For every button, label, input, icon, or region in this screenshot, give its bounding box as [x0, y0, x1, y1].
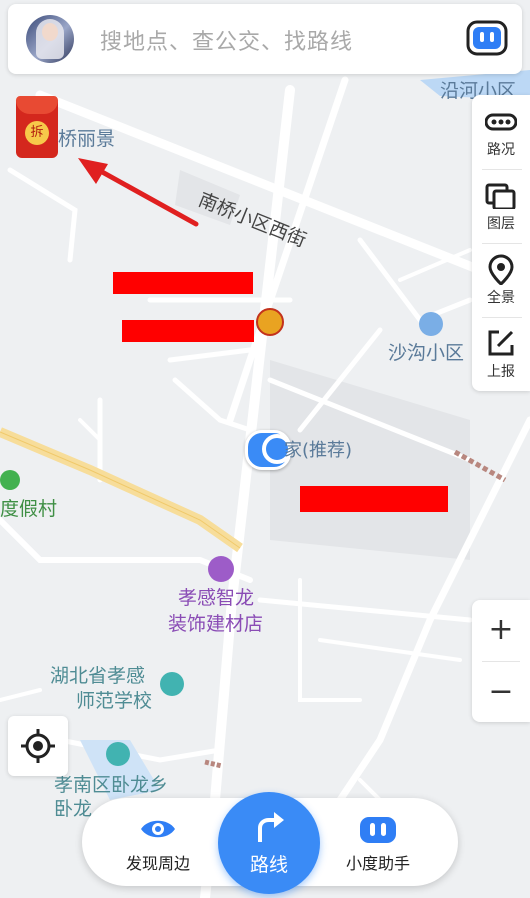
route-arrow-icon [258, 812, 284, 842]
layers-icon [485, 183, 516, 209]
red-envelope-char: 拆 [25, 121, 49, 145]
traffic-label: 路况 [487, 142, 515, 158]
map-label-school-1: 湖北省孝感 [50, 665, 146, 687]
police-poi-icon[interactable] [256, 308, 284, 336]
discover-label: 发现周边 [125, 854, 190, 873]
community-poi-icon[interactable] [419, 312, 443, 336]
panorama-button[interactable]: 全景 [472, 243, 530, 317]
map-label-wolong-2: 卧龙 [54, 798, 93, 820]
report-button[interactable]: 上报 [472, 317, 530, 391]
user-avatar[interactable] [26, 15, 74, 63]
zoom-out-button[interactable]: − [472, 662, 530, 722]
redaction-block [122, 320, 254, 342]
map-tools-panel: 路况 图层 全景 上报 [472, 95, 530, 391]
report-label: 上报 [487, 364, 515, 380]
traffic-button[interactable]: 路况 [472, 95, 530, 169]
map-label-qiaolijing: 桥丽景 [58, 128, 116, 150]
traffic-icon [485, 113, 517, 131]
zoom-in-button[interactable]: + [472, 600, 530, 660]
map-label-school-2: 师范学校 [76, 690, 153, 712]
search-bar[interactable]: 搜地点、查公交、找路线 [8, 4, 522, 74]
crosshair-icon [21, 729, 55, 763]
map-label-dujia: 度假村 [0, 498, 58, 520]
assistant-label: 小度助手 [345, 854, 410, 873]
panorama-label: 全景 [487, 290, 515, 306]
shop-poi-icon[interactable] [208, 556, 234, 582]
layers-button[interactable]: 图层 [472, 169, 530, 243]
eye-icon [141, 820, 175, 838]
school-poi-icon[interactable] [160, 672, 184, 696]
route-button[interactable]: 路线 [218, 792, 320, 894]
map-label-zhilong-1: 孝感智龙 [178, 587, 255, 609]
route-label: 路线 [249, 854, 288, 876]
search-input[interactable]: 搜地点、查公交、找路线 [100, 24, 353, 56]
discover-nearby-button[interactable]: 发现周边 [98, 812, 218, 874]
assistant-icon [360, 817, 396, 843]
map-label-wolong-1: 孝南区卧龙乡 [54, 774, 169, 796]
assistant-robot-icon[interactable] [466, 20, 508, 56]
report-icon [488, 330, 514, 356]
redaction-block [113, 272, 253, 294]
red-envelope-icon[interactable]: 拆 [14, 96, 60, 158]
panorama-icon [488, 254, 514, 285]
map-label-home: 家(推荐) [284, 440, 353, 461]
zoom-control: + − [472, 600, 530, 722]
redaction-block [300, 486, 448, 512]
resort-poi-icon[interactable] [0, 470, 20, 490]
locate-button[interactable] [8, 716, 68, 776]
map-label-zhilong-2: 装饰建材店 [168, 613, 264, 635]
wolong-poi-icon[interactable] [106, 742, 130, 766]
assistant-button[interactable]: 小度助手 [318, 812, 438, 874]
layers-label: 图层 [487, 216, 515, 232]
map-label-shagou: 沙沟小区 [388, 342, 465, 364]
